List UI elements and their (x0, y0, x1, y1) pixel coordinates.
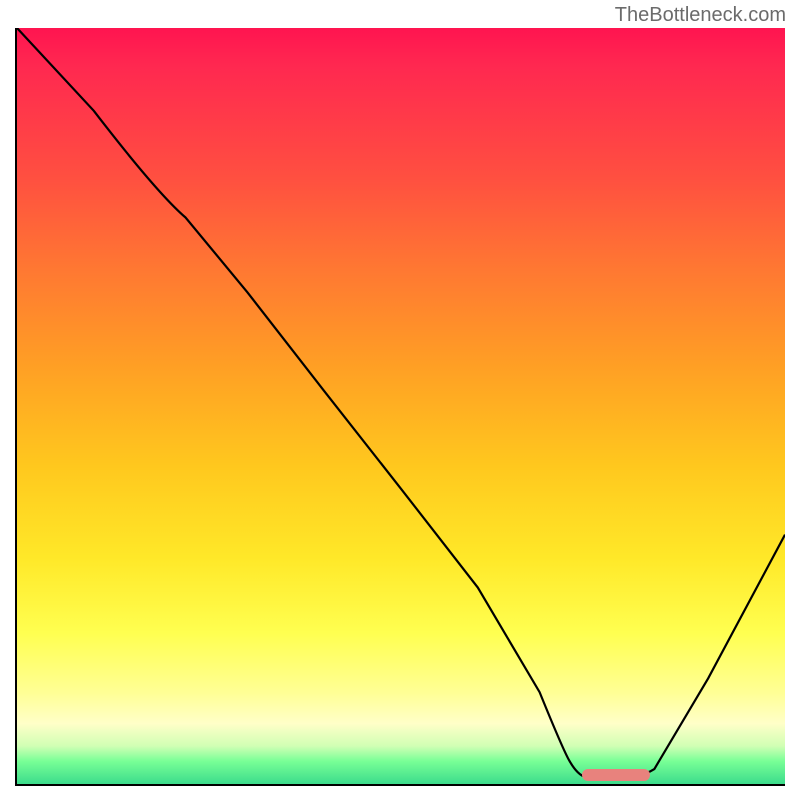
bottleneck-curve (17, 28, 785, 778)
watermark-text: TheBottleneck.com (615, 4, 786, 27)
curve-svg (17, 28, 785, 784)
optimal-marker (582, 769, 650, 781)
chart-plot-area (15, 28, 785, 786)
